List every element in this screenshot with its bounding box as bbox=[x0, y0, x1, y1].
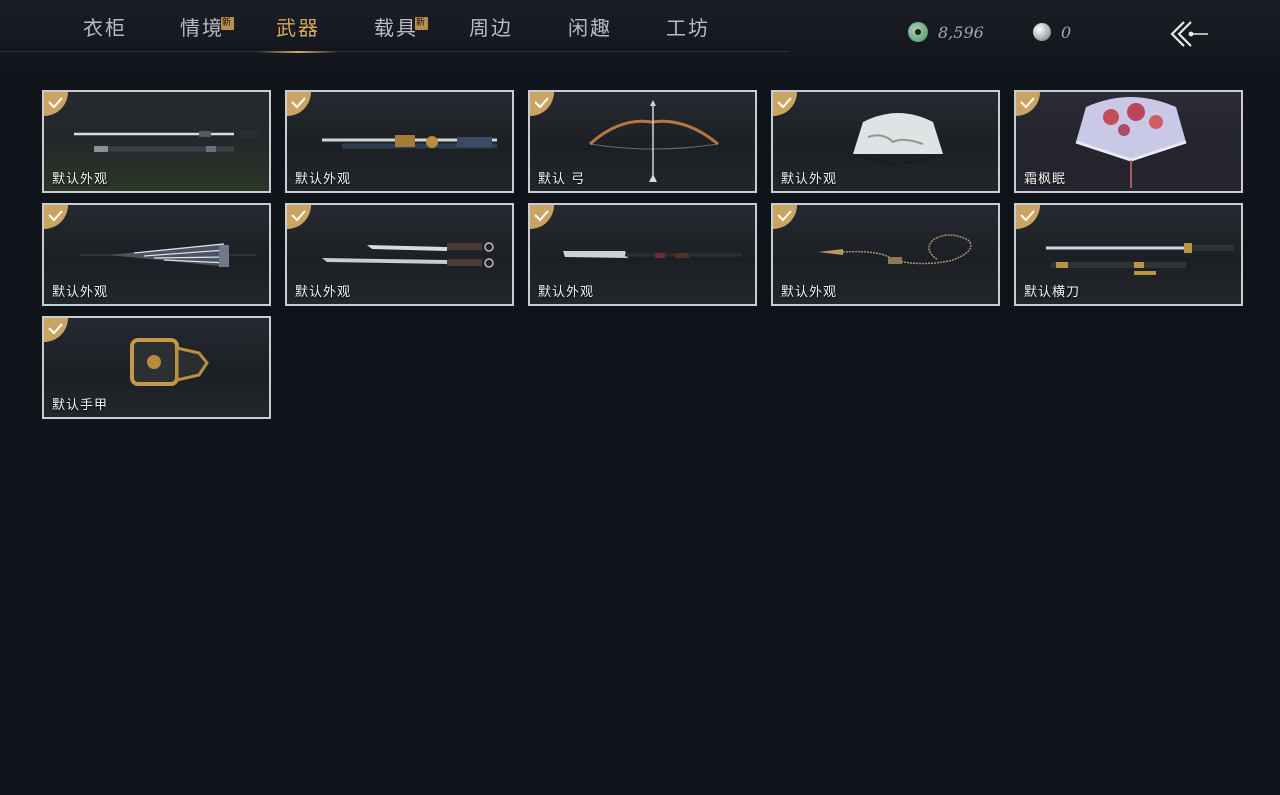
owned-check-icon bbox=[773, 205, 797, 229]
new-badge: 新 bbox=[415, 17, 428, 30]
owned-check-icon bbox=[287, 92, 311, 116]
owned-check-icon bbox=[773, 92, 797, 116]
weapon-card[interactable]: 默认横刀 bbox=[1014, 203, 1243, 306]
back-button[interactable] bbox=[1164, 16, 1212, 52]
tab-leisure[interactable]: 闲趣 bbox=[540, 0, 640, 52]
back-arrow-icon bbox=[1170, 21, 1208, 47]
pearl-icon bbox=[1033, 23, 1051, 41]
pearl-amount: 0 bbox=[1061, 22, 1072, 42]
weapon-card[interactable]: 霜枫眠 bbox=[1014, 90, 1243, 193]
weapon-card[interactable]: 默认外观 bbox=[285, 203, 514, 306]
item-label: 默认外观 bbox=[781, 172, 838, 187]
owned-check-icon bbox=[44, 205, 68, 229]
jade-coin-icon bbox=[908, 22, 928, 42]
owned-check-icon bbox=[530, 205, 554, 229]
owned-check-icon bbox=[1016, 92, 1040, 116]
item-label: 默认手甲 bbox=[52, 398, 109, 413]
tab-scenario[interactable]: 情境新 bbox=[152, 0, 252, 52]
weapon-card[interactable]: 默认外观 bbox=[285, 90, 514, 193]
item-label: 默认外观 bbox=[295, 285, 352, 300]
tab-vehicles[interactable]: 载具新 bbox=[346, 0, 446, 52]
category-tabs: 衣柜 情境新 武器 载具新 周边 闲趣 工坊 bbox=[0, 0, 790, 53]
owned-check-icon bbox=[530, 92, 554, 116]
item-label: 默认外观 bbox=[52, 172, 109, 187]
item-label: 霜枫眠 bbox=[1024, 172, 1067, 187]
weapon-card[interactable]: 默认外观 bbox=[528, 203, 757, 306]
new-badge: 新 bbox=[221, 17, 234, 30]
pearl-currency: 0 bbox=[1033, 18, 1071, 46]
item-label: 默认外观 bbox=[781, 285, 838, 300]
owned-check-icon bbox=[287, 205, 311, 229]
weapon-card[interactable]: 默认外观 bbox=[42, 203, 271, 306]
tab-weapons[interactable]: 武器 bbox=[248, 0, 348, 53]
item-label: 默认 弓 bbox=[538, 172, 586, 187]
owned-check-icon bbox=[44, 92, 68, 116]
weapon-card[interactable]: 默认外观 bbox=[771, 203, 1000, 306]
tab-wardrobe[interactable]: 衣柜 bbox=[55, 0, 155, 52]
weapon-card[interactable]: 默认外观 bbox=[771, 90, 1000, 193]
jade-amount: 8,596 bbox=[938, 22, 984, 42]
item-label: 默认外观 bbox=[52, 285, 109, 300]
item-label: 默认外观 bbox=[295, 172, 352, 187]
owned-check-icon bbox=[1016, 205, 1040, 229]
jade-currency: 8,596 bbox=[908, 18, 984, 46]
active-tab-underline bbox=[257, 51, 339, 53]
weapon-card[interactable]: 默认手甲 bbox=[42, 316, 271, 419]
top-bar: 衣柜 情境新 武器 载具新 周边 闲趣 工坊 8,596 0 bbox=[0, 0, 1280, 75]
item-label: 默认外观 bbox=[538, 285, 595, 300]
weapon-card[interactable]: 默认 弓 bbox=[528, 90, 757, 193]
owned-check-icon bbox=[44, 318, 68, 342]
weapon-card[interactable]: 默认外观 bbox=[42, 90, 271, 193]
tab-accessories[interactable]: 周边 bbox=[441, 0, 541, 52]
item-label: 默认横刀 bbox=[1024, 285, 1081, 300]
tab-workshop[interactable]: 工坊 bbox=[638, 0, 738, 52]
